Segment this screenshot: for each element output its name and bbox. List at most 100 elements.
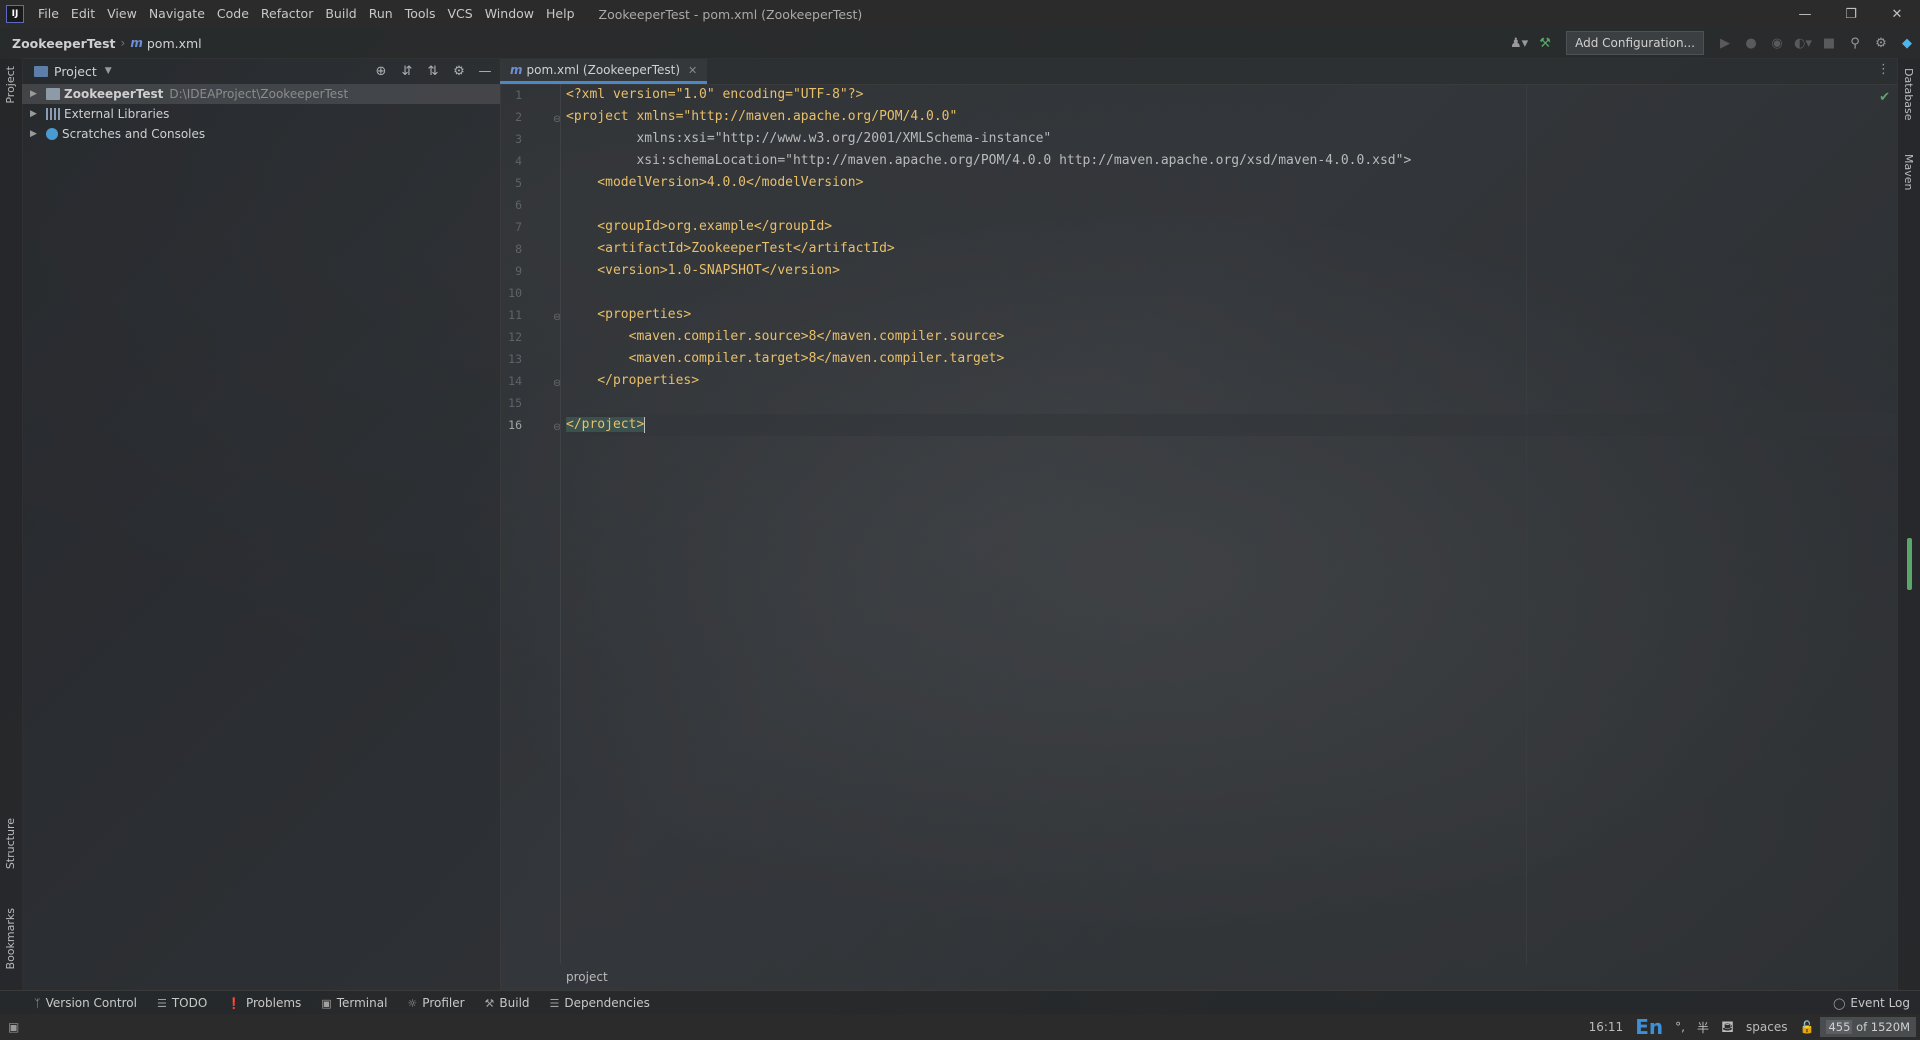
minimize-button[interactable]: — xyxy=(1782,0,1828,28)
line-number: 11 xyxy=(508,308,522,322)
run-icon[interactable]: ▶ xyxy=(1712,36,1738,51)
database-tool-button[interactable]: Database xyxy=(1902,68,1915,121)
menu-help[interactable]: Help xyxy=(540,0,581,28)
code-line: xsi:schemaLocation="http://maven.apache.… xyxy=(566,150,1411,172)
navigation-bar: ZookeeperTest › m pom.xml ♟▾ ⚒ Add Confi… xyxy=(0,28,1920,59)
options-gear-icon[interactable]: ⚙ xyxy=(446,64,472,79)
ime-language-indicator[interactable]: En xyxy=(1629,1015,1669,1039)
tree-item-zookeepertest[interactable]: ▶ ZookeeperTest D:\IDEAProject\Zookeeper… xyxy=(22,84,500,104)
close-button[interactable]: ✕ xyxy=(1874,0,1920,28)
tool-window-label: Terminal xyxy=(336,996,388,1010)
jetbrains-toolbox-icon[interactable]: ◆ xyxy=(1894,36,1920,51)
code-line: <modelVersion>4.0.0</modelVersion> xyxy=(566,172,863,194)
line-number: 12 xyxy=(508,330,522,344)
text-caret xyxy=(644,416,646,433)
problems-button[interactable]: ❗ Problems xyxy=(217,996,311,1010)
structure-tool-button[interactable]: Structure xyxy=(4,818,17,869)
memory-indicator[interactable]: 455 of 1520M xyxy=(1820,1017,1916,1037)
code-line: <properties> xyxy=(566,304,691,326)
code-editor[interactable]: <?xml version="1.0" encoding="UTF-8"?> <… xyxy=(566,84,1896,964)
code-text: <modelVersion>4.0.0</modelVersion> xyxy=(566,175,864,190)
build-button[interactable]: ⚒ Build xyxy=(475,996,540,1010)
menu-tools[interactable]: Tools xyxy=(399,0,442,28)
bookmarks-tool-button[interactable]: Bookmarks xyxy=(4,908,17,969)
code-text: <maven.compiler.source>8</maven.compiler… xyxy=(566,329,1005,344)
lock-icon[interactable]: 🔓 xyxy=(1794,1020,1821,1034)
right-tool-stripe: Database Maven xyxy=(1897,58,1920,990)
menu-refactor[interactable]: Refactor xyxy=(255,0,319,28)
library-icon xyxy=(46,108,60,120)
todo-button[interactable]: ☰ TODO xyxy=(147,996,217,1010)
restore-button[interactable]: ❐ xyxy=(1828,0,1874,28)
no-problems-check-icon[interactable]: ✔ xyxy=(1879,90,1890,105)
tree-item-label: Scratches and Consoles xyxy=(62,127,206,141)
code-line: <project xmlns="http://maven.apache.org/… xyxy=(566,106,957,128)
search-icon[interactable]: ⚲ xyxy=(1842,36,1868,51)
profile-icon[interactable]: ◐▾ xyxy=(1790,36,1816,51)
menu-vcs[interactable]: VCS xyxy=(442,0,479,28)
version-control-button[interactable]: ᛉ Version Control xyxy=(24,996,147,1010)
scrollbar-marker[interactable] xyxy=(1907,538,1912,590)
project-view-selector[interactable]: Project ▼ xyxy=(34,64,112,79)
menu-run[interactable]: Run xyxy=(363,0,399,28)
coverage-icon[interactable]: ◉ xyxy=(1764,36,1790,51)
code-line: <artifactId>ZookeeperTest</artifactId> xyxy=(566,238,894,260)
tab-pom-xml[interactable]: m pom.xml (ZookeeperTest) ✕ xyxy=(500,59,708,84)
stop-icon[interactable]: ■ xyxy=(1816,36,1842,51)
memory-total: of 1520M xyxy=(1856,1020,1910,1034)
hide-panel-icon[interactable]: — xyxy=(472,64,498,79)
menu-navigate[interactable]: Navigate xyxy=(143,0,211,28)
more-options-icon[interactable]: ⋮ xyxy=(1877,62,1890,77)
close-tab-icon[interactable]: ✕ xyxy=(688,64,697,77)
code-line: <version>1.0-SNAPSHOT</version> xyxy=(566,260,840,282)
terminal-icon: ▣ xyxy=(321,996,332,1010)
hammer-icon: ⚒ xyxy=(484,996,495,1010)
chevron-right-icon[interactable]: ▶ xyxy=(30,129,42,139)
collapse-all-icon[interactable]: ⇅ xyxy=(420,64,446,79)
project-icon xyxy=(34,65,48,77)
code-line: <groupId>org.example</groupId> xyxy=(566,216,832,238)
menu-window[interactable]: Window xyxy=(479,0,540,28)
tree-item-external-libraries[interactable]: ▶ External Libraries xyxy=(22,104,500,124)
add-configuration-button[interactable]: Add Configuration... xyxy=(1566,31,1704,55)
maven-tool-button[interactable]: Maven xyxy=(1902,154,1915,190)
chevron-right-icon[interactable]: ▶ xyxy=(30,109,42,119)
menu-view[interactable]: View xyxy=(101,0,143,28)
problems-icon: ❗ xyxy=(227,996,241,1010)
user-account-icon[interactable]: ♟▾ xyxy=(1506,36,1532,51)
editor-breadcrumb[interactable]: project xyxy=(566,966,608,988)
menu-file[interactable]: File xyxy=(32,0,65,28)
project-tool-button[interactable]: Project xyxy=(4,66,17,104)
list-icon: ☰ xyxy=(156,996,167,1010)
folder-icon xyxy=(46,88,60,100)
chevron-right-icon[interactable]: ▶ xyxy=(30,89,42,99)
ime-width-indicator[interactable]: 半 xyxy=(1691,1019,1715,1036)
dependencies-button[interactable]: ☰ Dependencies xyxy=(540,996,660,1010)
breadcrumb-file[interactable]: pom.xml xyxy=(147,36,202,51)
ime-punctuation-indicator[interactable]: °, xyxy=(1669,1020,1691,1034)
tree-item-scratches[interactable]: ▶ Scratches and Consoles xyxy=(22,124,500,144)
breadcrumb-separator: › xyxy=(120,36,126,50)
breadcrumb-project[interactable]: ZookeeperTest xyxy=(12,36,116,51)
intellij-logo-icon[interactable]: IJ xyxy=(6,5,24,23)
toggle-tool-windows-icon[interactable]: ▣ xyxy=(8,1020,19,1034)
project-panel-title: Project xyxy=(54,63,97,79)
profiler-button[interactable]: ☼ Profiler xyxy=(397,996,474,1010)
expand-all-icon[interactable]: ⇵ xyxy=(394,64,420,79)
tree-item-label: ZookeeperTest xyxy=(64,87,164,101)
code-line: <maven.compiler.target>8</maven.compiler… xyxy=(566,348,1005,370)
locate-file-icon[interactable]: ⊕ xyxy=(368,64,394,79)
menu-build[interactable]: Build xyxy=(319,0,362,28)
caret-position[interactable]: 16:11 xyxy=(1583,1020,1630,1034)
debug-icon[interactable]: ● xyxy=(1738,36,1764,51)
settings-gear-icon[interactable]: ⚙ xyxy=(1868,36,1894,51)
menu-code[interactable]: Code xyxy=(211,0,255,28)
build-hammer-icon[interactable]: ⚒ xyxy=(1532,36,1558,51)
event-log-button[interactable]: ◯ Event Log xyxy=(1833,991,1910,1015)
memory-used: 455 xyxy=(1826,1020,1853,1034)
indent-indicator[interactable]: spaces xyxy=(1740,1020,1793,1034)
project-panel: Project ▼ ⊕ ⇵ ⇅ ⚙ — ▶ ZookeeperTest D:\I… xyxy=(22,58,501,990)
terminal-button[interactable]: ▣ Terminal xyxy=(311,996,397,1010)
menu-edit[interactable]: Edit xyxy=(65,0,101,28)
ime-skin-icon[interactable]: ⛾ xyxy=(1715,1017,1740,1038)
